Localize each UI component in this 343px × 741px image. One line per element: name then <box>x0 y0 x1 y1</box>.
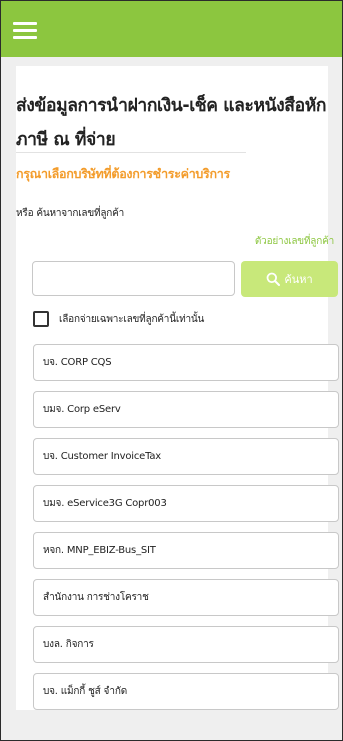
only-this-customer-checkbox[interactable] <box>33 311 49 327</box>
page-subtitle: กรุณาเลือกบริษัทที่ต้องการชำระค่าบริการ <box>16 166 230 181</box>
only-this-customer-label: เลือกจ่ายเฉพาะเลขที่ลูกค้านี้เท่านั้น <box>59 313 205 325</box>
company-item[interactable]: บจ. แม็กกี้ ชูส์ จำกัด <box>33 673 339 710</box>
company-item[interactable]: บงล. กิจการ <box>33 626 339 663</box>
customer-number-input[interactable] <box>32 261 235 296</box>
company-item[interactable]: บมจ. Corp eServ <box>33 391 339 428</box>
search-button-label: ค้นหา <box>284 273 313 286</box>
filter-checkbox-row[interactable]: เลือกจ่ายเฉพาะเลขที่ลูกค้านี้เท่านั้น <box>33 311 204 327</box>
company-item[interactable]: บมจ. eService3G Copr003 <box>33 485 339 522</box>
company-item[interactable]: สำนักงาน การช่างโคราช <box>33 579 339 616</box>
page-title: ส่งข้อมูลการนำฝากเงิน-เช็ค และหนังสือหัก… <box>16 96 327 150</box>
top-bar <box>1 1 342 57</box>
title-divider <box>16 152 246 153</box>
search-hint: หรือ ค้นหาจากเลขที่ลูกค้า <box>16 208 125 219</box>
search-icon <box>266 272 281 286</box>
company-item[interactable]: บจ. Customer InvoiceTax <box>33 438 339 475</box>
company-item[interactable]: หจก. MNP_EBIZ-Bus_SIT <box>33 532 339 569</box>
search-button[interactable]: ค้นหา <box>241 261 338 297</box>
company-item[interactable]: บจ. CORP CQS <box>33 344 339 381</box>
customer-number-example-link[interactable]: ตัวอย่างเลขที่ลูกค้า <box>255 234 334 249</box>
hamburger-menu-icon[interactable] <box>13 22 37 40</box>
